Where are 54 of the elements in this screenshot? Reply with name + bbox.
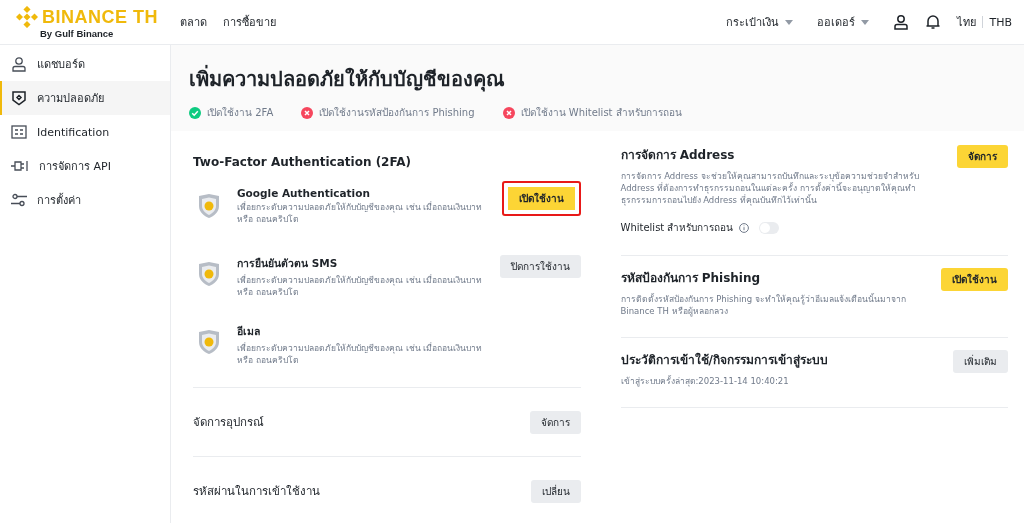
setting-title: รหัสผ่านในการเข้าใช้งาน <box>193 483 320 500</box>
sidebar-item[interactable]: การตั้งค่า <box>0 183 170 217</box>
method-title: Google Authentication <box>237 187 371 199</box>
nav-menu[interactable]: ออเดอร์ <box>817 13 870 31</box>
sliders-icon <box>11 193 27 207</box>
bell-icon[interactable] <box>925 14 942 30</box>
method-description: เพื่อยกระดับความปลอดภัยให้กับบัญชีของคุณ เช่น เมื่อถอนเงินบาท หรือ ถอนคริปโต <box>237 201 484 225</box>
section-description: เข้าสู่ระบบครั้งล่าสุด:2023-11-14 10:40:21 <box>620 375 790 387</box>
brand-subtitle: By Gulf Binance <box>40 27 114 39</box>
section-title: ประวัติการเข้าใช้/กิจกรรมการเข้าสู่ระบบ <box>620 351 829 369</box>
page-title: เพิ่มความปลอดภัยให้กับบัญชีของคุณ <box>189 64 506 94</box>
currency-link[interactable]: THB <box>989 15 1012 29</box>
action-button[interactable]: เปลี่ยน <box>530 479 581 503</box>
status-label: เปิดใช้งาน Whitelist สำหรับการถอน <box>520 106 682 120</box>
action-button[interactable]: จัดการ <box>529 410 581 434</box>
setting-title: จัดการอุปกรณ์ <box>193 414 264 431</box>
status-label: เปิดใช้งาน 2FA <box>207 106 274 120</box>
user-icon[interactable] <box>893 14 910 30</box>
method-description: เพื่อยกระดับความปลอดภัยให้กับบัญชีของคุณ เช่น เมื่อถอนเงินบาท หรือ ถอนคริปโต <box>237 274 484 298</box>
sidebar-item[interactable]: การจัดการ API <box>0 149 170 183</box>
action-button[interactable]: ปิดการใช้งาน <box>499 255 581 278</box>
method-title: การยืนยันตัวตน SMS <box>237 256 339 271</box>
caret-icon <box>861 19 870 25</box>
shield-badge-icon <box>197 329 221 355</box>
method-description: เพื่อยกระดับความปลอดภัยให้กับบัญชีของคุณ เช่น เมื่อถอนเงินบาท หรือ ถอนคริปโต <box>237 342 484 366</box>
action-button[interactable]: เปิดใช้งาน <box>501 181 581 216</box>
section-title: การจัดการ Address <box>620 147 736 164</box>
user-icon <box>11 56 27 72</box>
shield-icon <box>11 90 27 106</box>
brand-name: BINANCE TH <box>42 6 158 27</box>
nav-link[interactable]: ตลาด <box>180 13 207 31</box>
sidebar-item[interactable]: Identification <box>0 115 170 149</box>
shield-badge-icon <box>197 261 221 287</box>
section-title: รหัสป้องกันการ Phishing <box>620 270 762 287</box>
action-button[interactable]: จัดการ <box>957 145 1008 168</box>
nav-link[interactable]: การซื้อขาย <box>223 13 276 31</box>
sidebar-item[interactable]: แดชบอร์ด <box>0 47 170 81</box>
action-button[interactable]: เปิดใช้งาน <box>941 268 1008 291</box>
info-icon <box>739 222 750 233</box>
shield-badge-icon <box>197 193 221 219</box>
status-label: เปิดใช้งานรหัสป้องกันการ Phishing <box>319 106 475 120</box>
id-card-icon <box>11 125 27 139</box>
caret-icon <box>785 19 794 25</box>
method-title: อีเมล <box>237 324 261 339</box>
language-link[interactable]: ไทย <box>957 13 977 31</box>
toggle-label: Whitelist สำหรับการถอน <box>620 221 734 235</box>
logo-icon <box>16 5 38 28</box>
section-description: การติดตั้งรหัสป้องกันการ Phishing จะทำให้คุณรู้ว่าอีเมลแจ้งเตือนนั้นมาจาก Binance TH หรือผู้หลอกลวง <box>620 293 907 317</box>
section-title: Two-Factor Authentication (2FA) <box>193 155 413 169</box>
sidebar-item[interactable]: ความปลอดภัย <box>0 81 170 115</box>
section-description: การจัดการ Address จะช่วยให้คุณสามารถบันทึกและระบุข้อความช่วยจำสำหรับ Address ที่ต้องการทำธุรกรรมถอนในแต่ละครั้ง การตั้งค่านี้จะอนุญาตให้คุณทำธุรกรรมการถอนไปยัง Address ที่คุณบันทึกไว้เท่านั้น <box>620 170 920 206</box>
plug-icon <box>11 159 29 173</box>
action-button[interactable]: เพิ่มเติม <box>953 350 1008 373</box>
nav-menu[interactable]: กระเป๋าเงิน <box>726 13 794 31</box>
